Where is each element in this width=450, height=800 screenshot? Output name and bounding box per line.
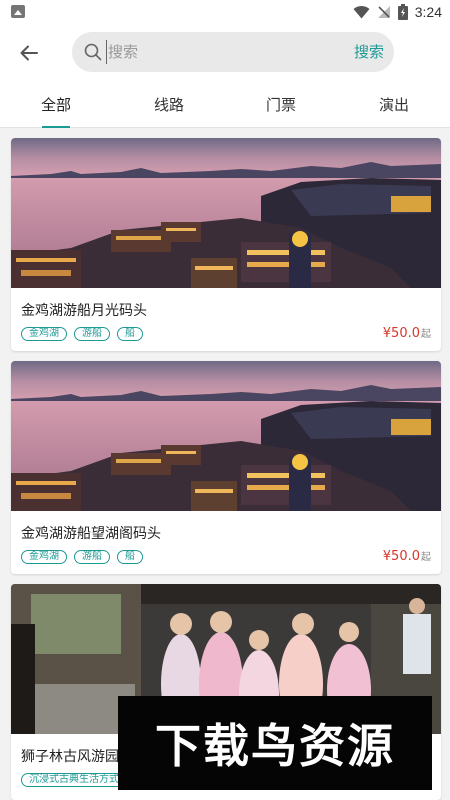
status-indicators: 3:24 xyxy=(353,3,442,21)
tag: 游船 xyxy=(74,550,110,564)
price-value: ¥50.0 xyxy=(382,326,420,341)
tab-routes[interactable]: 线路 xyxy=(129,94,209,115)
search-icon xyxy=(84,43,102,61)
tag-row: 金鸡湖 游船 船 xyxy=(21,550,143,564)
tag: 金鸡湖 xyxy=(21,550,67,564)
price-value: ¥50.0 xyxy=(382,549,420,564)
lake-night-harbor-photo xyxy=(11,361,441,511)
search-button[interactable]: 搜索 xyxy=(354,41,384,62)
battery-icon xyxy=(397,4,408,20)
tab-shows[interactable]: 演出 xyxy=(354,94,434,115)
price: ¥50.0起 xyxy=(383,548,431,564)
category-tabs: 全部 线路 门票 演出 xyxy=(0,80,450,128)
search-header: 搜索 xyxy=(0,24,450,80)
tab-all[interactable]: 全部 xyxy=(16,94,96,115)
search-box[interactable]: 搜索 xyxy=(72,32,394,72)
image-notification-icon xyxy=(11,5,25,18)
list-item[interactable]: 金鸡湖游船月光码头 金鸡湖 游船 船 ¥50.0起 xyxy=(11,138,441,351)
price-unit: 起 xyxy=(421,552,431,563)
item-title: 狮子林古风游园 xyxy=(21,749,119,765)
back-button[interactable] xyxy=(14,38,44,68)
tag: 船 xyxy=(117,550,143,564)
status-time: 3:24 xyxy=(414,4,442,20)
tab-tickets[interactable]: 门票 xyxy=(241,94,321,115)
tag: 沉浸式古典生活方式 xyxy=(21,773,127,787)
search-input[interactable] xyxy=(106,40,336,64)
tag: 金鸡湖 xyxy=(21,327,67,341)
no-signal-icon xyxy=(377,6,390,18)
status-bar: 3:24 xyxy=(0,0,450,24)
list-item[interactable]: 金鸡湖游船望湖阁码头 金鸡湖 游船 船 ¥50.0起 xyxy=(11,361,441,574)
tag-row: 沉浸式古典生活方式 xyxy=(21,773,127,787)
lake-night-harbor-photo xyxy=(11,138,441,288)
item-title: 金鸡湖游船月光码头 xyxy=(21,303,147,319)
price-unit: 起 xyxy=(421,329,431,340)
watermark-text: 下载鸟资源 xyxy=(155,719,395,773)
active-tab-indicator xyxy=(42,126,70,128)
tag-row: 金鸡湖 游船 船 xyxy=(21,327,143,341)
tag: 游船 xyxy=(74,327,110,341)
watermark-overlay: 下载鸟资源 xyxy=(118,696,432,790)
price: ¥50.0起 xyxy=(383,325,431,341)
wifi-icon xyxy=(353,5,370,19)
back-arrow-icon xyxy=(20,45,38,61)
tag: 船 xyxy=(117,327,143,341)
item-title: 金鸡湖游船望湖阁码头 xyxy=(21,526,161,542)
